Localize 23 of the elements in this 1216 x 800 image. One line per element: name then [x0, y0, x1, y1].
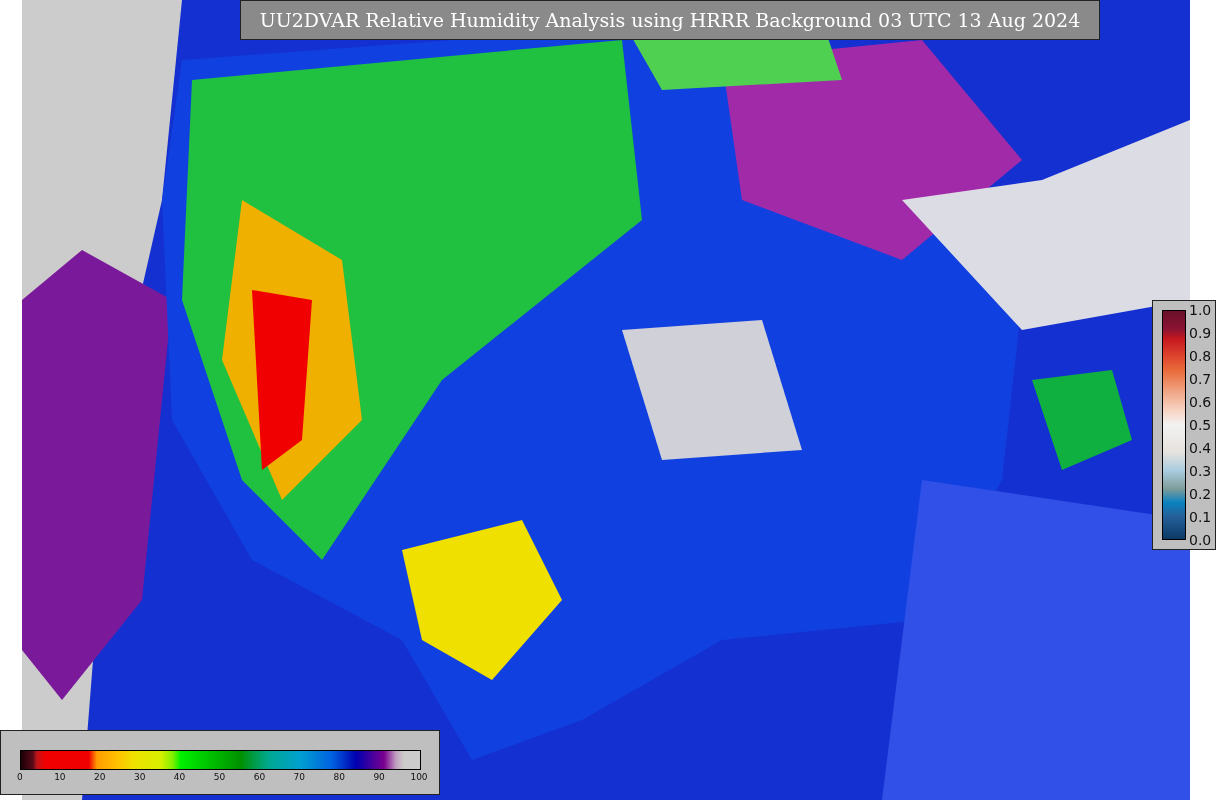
tick-label: 0.1	[1189, 508, 1212, 527]
tick-label: 0.7	[1189, 370, 1212, 389]
tick-label: 80	[332, 772, 346, 782]
tick-label: 0	[16, 772, 24, 782]
tick-label: 10	[53, 772, 67, 782]
tick-label: 20	[93, 772, 107, 782]
tick-label: 40	[172, 772, 187, 782]
chart-title: UU2DVAR Relative Humidity Analysis using HRRR Background 03 UTC 13 Aug 2024	[240, 0, 1100, 40]
tick-label: 0.8	[1189, 347, 1212, 366]
tick-label: 60	[252, 772, 267, 782]
tick-label: 90	[372, 772, 386, 782]
tick-label: 0.2	[1189, 485, 1212, 504]
tick-label: 0.6	[1189, 393, 1212, 412]
tick-label: 1.0	[1189, 301, 1212, 320]
tick-label: 0.4	[1189, 439, 1212, 458]
tick-label: 0.5	[1189, 416, 1212, 435]
tick-label: 50	[212, 772, 227, 782]
tick-label: 0.9	[1189, 324, 1212, 343]
tick-label: 70	[292, 772, 306, 782]
tick-label: 100	[409, 772, 429, 782]
tick-label: 30	[132, 772, 147, 782]
tick-label: 0.3	[1189, 462, 1212, 481]
tick-label: 0.0	[1189, 531, 1212, 550]
